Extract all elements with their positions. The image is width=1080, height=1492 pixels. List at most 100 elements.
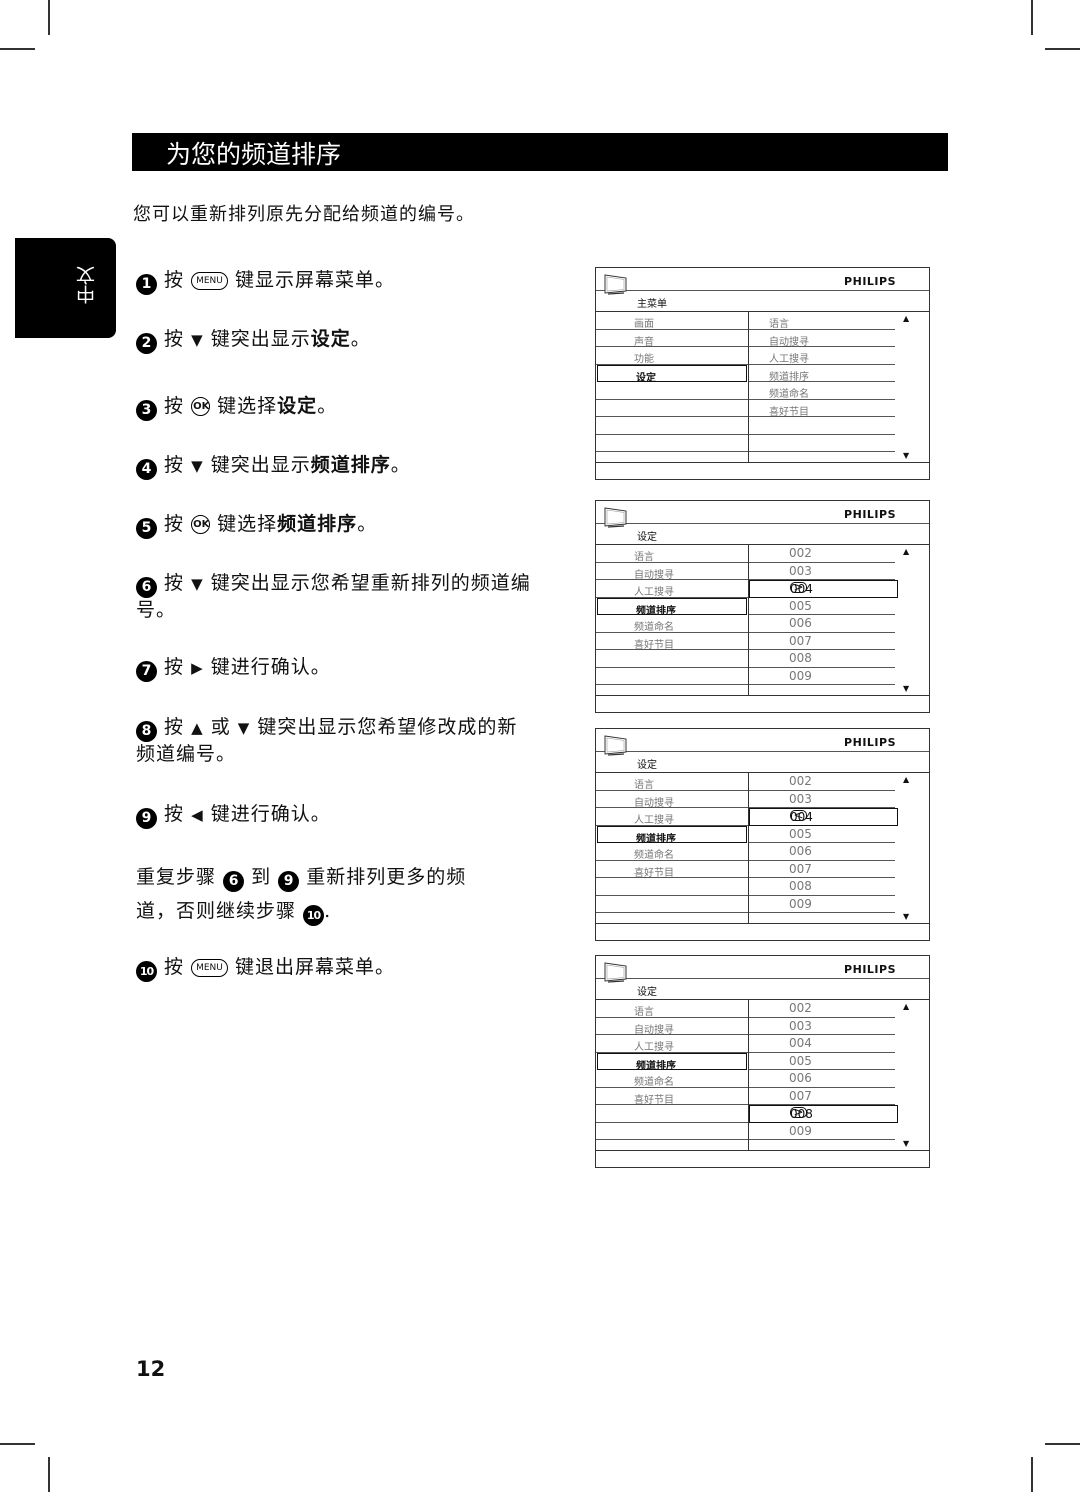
item-label: 003 xyxy=(789,1018,812,1033)
channel-number-item[interactable]: <004 xyxy=(749,808,898,826)
tv-menu-item[interactable] xyxy=(596,382,748,400)
channel-number-item[interactable]: 002 xyxy=(749,773,895,791)
tv-menu-item[interactable] xyxy=(596,650,748,668)
step-number-badge: 7 xyxy=(136,661,157,682)
scroll-down-icon[interactable]: ▼ xyxy=(903,451,909,460)
tv-menu-item[interactable] xyxy=(596,668,748,685)
tv-menu-item[interactable] xyxy=(596,878,748,896)
channel-number-item[interactable]: 004 xyxy=(749,1035,895,1053)
tv-submenu-item[interactable]: 频道排序 xyxy=(749,365,895,383)
tv-menu-item[interactable]: 语言 xyxy=(596,545,748,563)
tv-submenu-item[interactable]: 语言 xyxy=(749,312,895,330)
channel-number-item[interactable]: 003 xyxy=(749,563,895,580)
tv-menu-item[interactable] xyxy=(596,417,748,435)
tv-menu-item-label: 人工搜寻 xyxy=(634,587,674,598)
tv-menu-item-label: 喜好节目 xyxy=(634,639,674,651)
channel-number-item[interactable]: 002 xyxy=(749,545,895,563)
scroll-up-icon[interactable]: ▲ xyxy=(903,775,909,784)
channel-number-item[interactable]: 007 xyxy=(749,633,895,650)
tv-menu-title-row: 设定 xyxy=(596,524,929,545)
tv-menu-footer xyxy=(596,1150,929,1167)
scrollbar[interactable]: ▲ ▼ xyxy=(895,1000,929,1150)
tv-menu-item[interactable]: 画面 xyxy=(596,312,748,330)
tv-submenu-item[interactable] xyxy=(749,435,895,452)
tv-menu-item[interactable] xyxy=(596,1105,748,1123)
channel-number-item[interactable]: 007 xyxy=(749,861,895,878)
scrollbar[interactable]: ▲ ▼ xyxy=(895,773,929,923)
channel-number-item[interactable]: 006 xyxy=(749,615,895,633)
tv-menu-item[interactable]: 频道命名 xyxy=(596,843,748,861)
channel-number-item[interactable]: 003 xyxy=(749,791,895,808)
scroll-down-icon[interactable]: ▼ xyxy=(903,1139,909,1148)
step-number-badge: 10 xyxy=(303,905,325,926)
scrollbar[interactable]: ▲ ▼ xyxy=(895,312,929,462)
tv-menu-item[interactable]: 自动搜寻 xyxy=(596,791,748,809)
tv-submenu-item[interactable]: 自动搜寻 xyxy=(749,330,895,348)
scroll-down-icon[interactable]: ▼ xyxy=(903,912,909,921)
menu-item-name: 频道排序 xyxy=(277,513,358,535)
tv-menu-item[interactable]: 语言 xyxy=(596,1000,748,1018)
intro-text: 您可以重新排列原先分配给频道的编号。 xyxy=(133,204,475,225)
tv-menu-item[interactable] xyxy=(596,1123,748,1140)
tv-menu-item[interactable]: 语言 xyxy=(596,773,748,791)
step-number-badge: 1 xyxy=(136,274,157,295)
tv-menu-item[interactable]: 频道排序 xyxy=(597,1052,747,1072)
tv-submenu-item[interactable]: 喜好节目 xyxy=(749,400,895,418)
tv-submenu-item[interactable]: 频道命名 xyxy=(749,382,895,400)
channel-number-item[interactable]: 009 xyxy=(749,668,895,685)
tv-menu-item[interactable]: 人工搜寻 xyxy=(596,1035,748,1053)
tv-submenu-item[interactable]: 人工搜寻 xyxy=(749,347,895,365)
channel-number-item[interactable]: >004 xyxy=(749,580,898,598)
channel-number-item[interactable]: 008 xyxy=(749,650,895,668)
scrollbar[interactable]: ▲ ▼ xyxy=(895,545,929,695)
arrow-key-icon: ▼ xyxy=(237,719,251,737)
channel-number-item[interactable]: 009 xyxy=(749,896,895,913)
channel-number-item[interactable]: 002 xyxy=(749,1000,895,1018)
step-text: 。 xyxy=(390,454,411,476)
item-label: 002 xyxy=(789,774,812,788)
tv-menu-item[interactable] xyxy=(596,896,748,913)
scroll-down-icon[interactable]: ▼ xyxy=(903,684,909,693)
tv-menu-header: PHILIPS xyxy=(596,501,929,528)
page-number: 12 xyxy=(136,1357,166,1381)
tv-menu-item[interactable]: 功能 xyxy=(596,347,748,365)
channel-number-item[interactable]: 005 xyxy=(749,1053,895,1070)
step-5: 5 按 OK 键选择频道排序。 xyxy=(136,512,536,539)
scroll-up-icon[interactable]: ▲ xyxy=(903,1002,909,1011)
tv-menu-item[interactable]: 自动搜寻 xyxy=(596,1018,748,1036)
channel-number-item[interactable]: 009 xyxy=(749,1123,895,1140)
tv-submenu-item[interactable] xyxy=(749,417,895,435)
step-text: 按 xyxy=(164,956,185,978)
tv-menu-item[interactable]: 声音 xyxy=(596,330,748,348)
tv-menu-item[interactable]: 人工搜寻 xyxy=(596,580,748,598)
channel-number-item[interactable]: >008 xyxy=(749,1105,898,1123)
item-label: 006 xyxy=(789,844,812,858)
tv-menu-item-label: 语言 xyxy=(634,780,654,791)
channel-number-item[interactable]: 005 xyxy=(749,598,895,615)
menu-key-icon: MENU xyxy=(191,272,228,290)
tv-menu-item[interactable]: 频道排序 xyxy=(597,825,747,845)
scroll-up-icon[interactable]: ▲ xyxy=(903,314,909,323)
tv-menu-item[interactable]: 喜好节目 xyxy=(596,633,748,651)
tv-menu-item[interactable]: 频道命名 xyxy=(596,1070,748,1088)
tv-menu-item[interactable]: 频道命名 xyxy=(596,615,748,633)
channel-number-item[interactable]: 003 xyxy=(749,1018,895,1035)
tv-menu-item[interactable]: 喜好节目 xyxy=(596,1088,748,1106)
step-text: 按 xyxy=(164,716,185,738)
tv-menu-item[interactable]: 人工搜寻 xyxy=(596,808,748,826)
channel-number-item[interactable]: 005 xyxy=(749,826,895,843)
item-label: 自动搜寻 xyxy=(769,336,809,348)
tv-menu-item[interactable] xyxy=(596,435,748,452)
channel-number-item[interactable]: 006 xyxy=(749,1070,895,1088)
tv-menu-item[interactable]: 设定 xyxy=(597,364,747,384)
tv-menu-item[interactable]: 喜好节目 xyxy=(596,861,748,879)
channel-number-item[interactable]: 008 xyxy=(749,878,895,896)
crop-mark xyxy=(1031,1457,1033,1492)
tv-menu-header: PHILIPS xyxy=(596,268,929,295)
tv-menu-item[interactable]: 频道排序 xyxy=(597,597,747,617)
scroll-up-icon[interactable]: ▲ xyxy=(903,547,909,556)
tv-menu-item[interactable]: 自动搜寻 xyxy=(596,563,748,581)
tv-menu-item[interactable] xyxy=(596,400,748,417)
channel-number-item[interactable]: 007 xyxy=(749,1088,895,1105)
channel-number-item[interactable]: 006 xyxy=(749,843,895,861)
